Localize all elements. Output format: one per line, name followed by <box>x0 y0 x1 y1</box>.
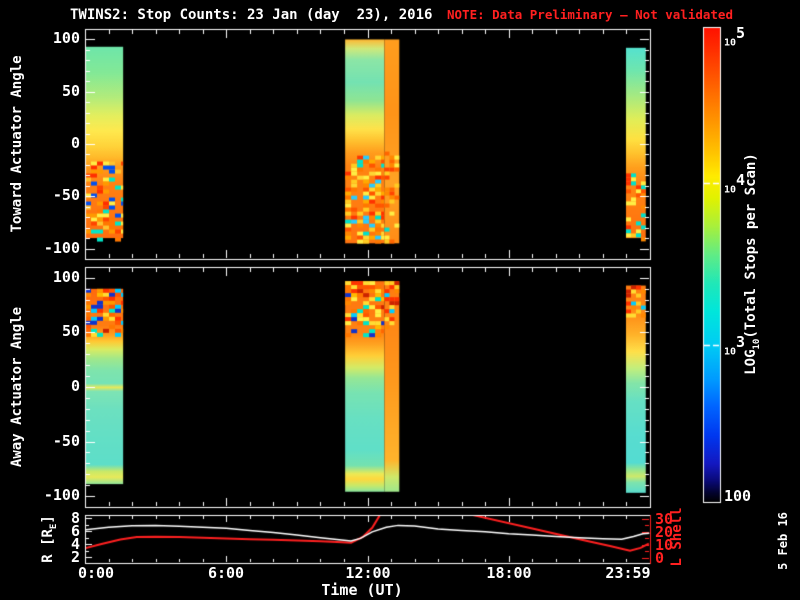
r-tick-label: 2 <box>70 548 80 566</box>
colorbar-title-post: (Total Stops per Scan) <box>743 153 760 339</box>
l-tick-label: 0 <box>655 549 665 567</box>
colorbar-tick-label: 105 <box>724 24 746 49</box>
colorbar-title-pre: LOG <box>743 349 760 375</box>
away-y-tick-label: -100 <box>43 486 80 504</box>
toward-y-tick-label: 50 <box>61 82 80 100</box>
x-tick-label: 6:00 <box>207 564 245 582</box>
x-tick-label: 23:59 <box>605 564 651 582</box>
x-tick-label: 18:00 <box>486 564 532 582</box>
away-y-tick-label: 50 <box>61 322 80 340</box>
toward-y-tick-label: -50 <box>52 186 80 204</box>
colorbar-tick-label: 104 <box>724 171 746 196</box>
away-y-tick-label: 100 <box>52 268 80 286</box>
x-tick-label: 0:00 <box>77 564 115 582</box>
plot-title: TWINS2: Stop Counts: 23 Jan (day 23), 20… <box>70 7 433 23</box>
toward-y-axis-title-text: Toward Actuator Angle <box>9 55 25 233</box>
toward-y-tick-label: 0 <box>70 134 80 152</box>
date-stamp-text: 5 Feb 16 <box>776 512 790 570</box>
away-y-tick-label: 0 <box>70 377 80 395</box>
toward-y-tick-label: -100 <box>43 239 80 257</box>
x-tick-label: 12:00 <box>345 564 391 582</box>
colorbar-tick-label: 103 <box>724 333 746 358</box>
x-axis-title: Time (UT) <box>321 581 403 599</box>
colorbar-title-text: LOG10(Total Stops per Scan) <box>743 153 762 375</box>
away-y-axis-title-text: Away Actuator Angle <box>9 306 25 468</box>
toward-y-tick-label: 100 <box>52 29 80 47</box>
colorbar-tick-label: 100 <box>724 487 752 505</box>
preliminary-note: NOTE: Data Preliminary – Not validated <box>447 7 733 22</box>
away-y-tick-label: -50 <box>52 432 80 450</box>
colorbar-title-sub: 10 <box>751 338 762 350</box>
twins2-stop-counts-figure: TWINS2: Stop Counts: 23 Jan (day 23), 20… <box>0 0 800 600</box>
